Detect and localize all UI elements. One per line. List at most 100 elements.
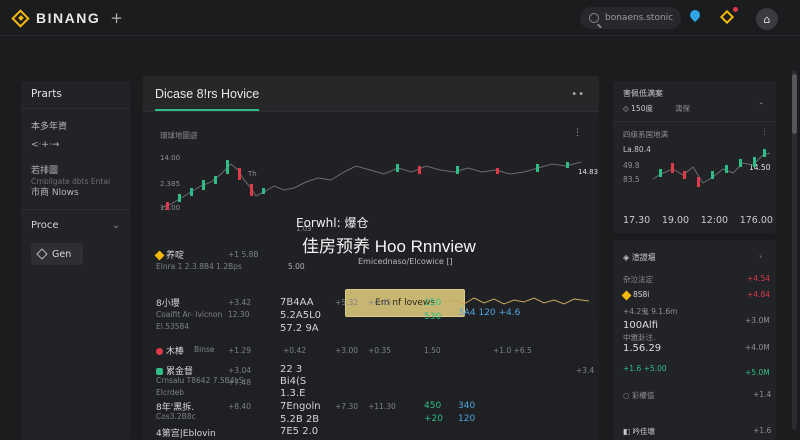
table-row[interactable]: 4第宫|Eblovin 7E5 2.0: [148, 426, 594, 440]
coin-icon: [621, 290, 632, 300]
sidebar-item-sub: Crnbllgate dbts Entai: [31, 177, 111, 186]
x-axis-label: 12:00: [700, 215, 729, 226]
sidebar-dropdown[interactable]: Proce ⌄: [21, 220, 130, 231]
row-name: 4第宫|Eblovin: [156, 429, 216, 439]
table-row[interactable]: 8小瓔 Coaifit Ar- lvicnon El.53584 +3.42 1…: [148, 294, 594, 338]
menu-icon[interactable]: ⋮: [761, 127, 769, 136]
row-sub: Binse: [194, 345, 215, 354]
x-axis: 17.30 19.00 12:00 176.00: [623, 215, 773, 226]
tab-active[interactable]: Dicase 8!rs Hovice: [155, 87, 260, 111]
row-value: +0.42: [283, 346, 306, 355]
gen-button-label: Gen: [52, 248, 72, 260]
row-value: 450 +20: [424, 401, 443, 424]
row-value: +4.45: [368, 298, 391, 307]
list-item-name: 杂泣法定: [623, 275, 653, 284]
search-box[interactable]: [580, 7, 681, 29]
more-icon[interactable]: ••: [571, 89, 585, 100]
sidebar-item[interactable]: <·+·→: [21, 139, 130, 151]
row-name: 木棒: [156, 344, 184, 357]
chevron-up-icon[interactable]: ⌃: [758, 101, 764, 110]
list-item-change: +1.4: [753, 390, 772, 399]
list-item-name: 中雅卦注.: [623, 333, 656, 342]
chevron-right-icon[interactable]: ›: [759, 252, 762, 261]
list-item-name: +4.2鬼 9.1.6m: [623, 307, 678, 316]
brand-name: BINANG: [36, 10, 101, 26]
brand-logo[interactable]: BINANG +: [11, 8, 123, 28]
row-value: 7Engoln 5.2B 2B: [280, 401, 321, 425]
left-sidebar: Prarts 本多年資 <·+·→ 若排圖 Crnbllgate dbts En…: [21, 81, 130, 440]
row-value: 22 3 Bi4(S 1.3.Ε: [280, 364, 307, 399]
chevron-down-icon: ⌄: [111, 220, 120, 231]
row-value: +3.42: [228, 298, 251, 307]
row-value: +1.0 +6.5: [493, 346, 532, 355]
row-sub: Coaifit Ar- lvicnon: [156, 310, 223, 319]
chart-title: 環球地圖遊: [160, 131, 198, 140]
list-item-name: ◧ 吟佳壞: [623, 427, 655, 436]
sidebar-item[interactable]: 本多年資: [21, 121, 130, 133]
row-sub: Elcrdeb: [156, 388, 185, 397]
diamond-icon[interactable]: [719, 9, 735, 25]
row-value: +3.4: [576, 366, 595, 375]
scrollbar-thumb[interactable]: [792, 74, 797, 134]
gen-button[interactable]: Gen: [31, 243, 83, 265]
row-value: +3.00: [335, 346, 358, 355]
x-axis-label: 176.00: [739, 215, 773, 226]
brand-plus: +: [110, 9, 123, 27]
search-input[interactable]: [605, 13, 680, 23]
chart-label: La.80.4: [623, 145, 651, 154]
row-value: 1.50: [424, 346, 441, 355]
x-axis-label: 19.00: [661, 215, 690, 226]
panel-title: ◈ 渲證壇: [623, 253, 656, 262]
row-sub: Cos3.2B8c: [156, 412, 196, 421]
search-icon: [589, 13, 599, 23]
list-item-value: 1.56.29: [623, 343, 662, 354]
sparkline: [444, 297, 590, 305]
row-value: 12.30: [228, 310, 250, 319]
chart-label: 49.8: [623, 161, 640, 170]
table-row[interactable]: 养啶 Elnra 1 2.3.8B4 1.2Bps +1 5.8B 5.00: [148, 246, 594, 290]
overlay-line-1: Eorwhl: 爆仓: [296, 216, 369, 230]
panel-sub-right: 演保: [675, 104, 690, 113]
list-item-change: +4.54: [747, 274, 770, 283]
row-value: +0.35: [368, 346, 391, 355]
row-value: 3A4 120 +4.6: [458, 308, 521, 318]
chart-menu-icon[interactable]: ⋮: [573, 128, 582, 138]
list-item-change: +1.6: [753, 426, 772, 435]
location-pin-icon[interactable]: [690, 10, 700, 23]
row-name: 8小瓔: [156, 299, 180, 309]
binance-logo-icon: [11, 8, 30, 28]
row-sub: El.53584: [156, 322, 190, 331]
candlestick-chart: [160, 160, 582, 210]
list-item-change: +3.0M: [745, 316, 770, 325]
pen-icon: [36, 248, 48, 260]
row-value: 150 530: [424, 298, 442, 322]
sidebar-item[interactable]: 若排圖: [21, 165, 130, 177]
row-sub: Elnra 1 2.3.8B4 1.2Bps: [156, 262, 242, 271]
top-bar: BINANG + ⌂: [0, 0, 800, 36]
sidebar-item[interactable]: 市商 Nlows: [21, 187, 130, 199]
row-name: 养啶: [154, 248, 184, 261]
notification-dot-icon: [733, 7, 738, 12]
center-panel: Dicase 8!rs Hovice •• 環球地圖遊 ⋮ 14.00 2.38…: [143, 76, 599, 440]
row-value: +7.48: [228, 378, 251, 387]
list-item-change: +5.0M: [745, 368, 770, 377]
candles: [166, 160, 569, 210]
list-item-name: ○ 彩權值: [623, 391, 655, 400]
list-item-name: 8S8i: [621, 290, 649, 300]
row-value: 5.00: [288, 262, 305, 271]
panel-title: 害佩低满案: [623, 89, 663, 98]
coin-icon: [156, 348, 163, 355]
row-value: +11.30: [368, 402, 396, 411]
list-item-change: +4.84: [747, 290, 770, 299]
row-value: 7B4AA 5.2A5L0 57.2 9A: [280, 297, 322, 334]
row-value: +3.04: [228, 366, 251, 375]
row-value: 7E5 2.0: [280, 426, 319, 437]
scrollbar[interactable]: [792, 70, 797, 430]
row-value: +7.30: [335, 402, 358, 411]
list-item-value: 100Alfi: [623, 320, 659, 331]
sidebar-divider: [21, 209, 130, 210]
dropdown-label: Proce: [31, 220, 59, 231]
mini-candlestick-chart: [653, 149, 771, 187]
bank-icon[interactable]: ⌂: [756, 8, 778, 30]
x-axis-label: 17.30: [623, 215, 651, 226]
